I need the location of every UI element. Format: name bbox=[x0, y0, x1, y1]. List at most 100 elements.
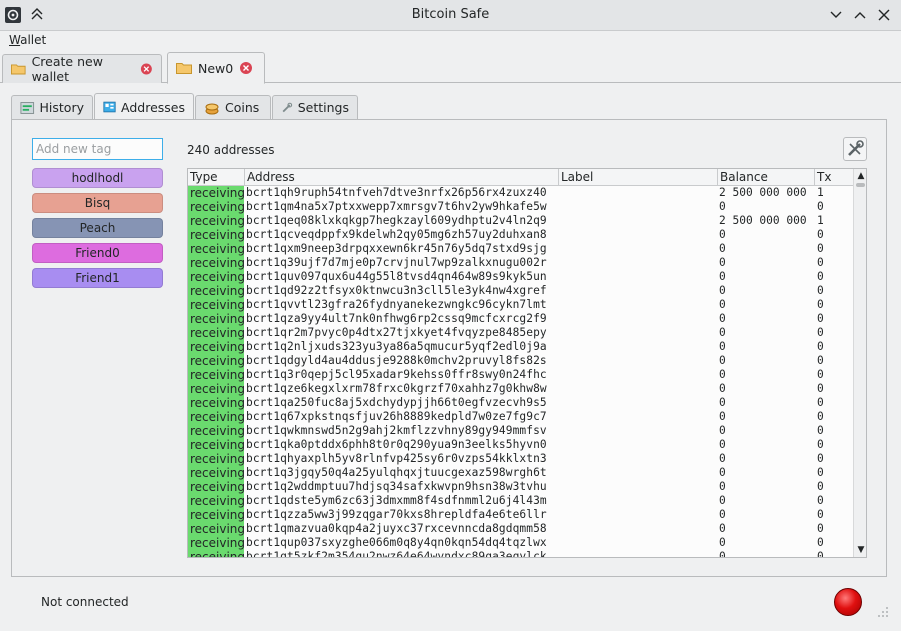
cell-tx: 0 bbox=[817, 522, 824, 535]
cell-type: receiving bbox=[188, 494, 244, 508]
cell-label bbox=[560, 368, 716, 382]
table-row[interactable]: receiving bcrt1q3jgqy50q4a25yulqhqxjtuucg… bbox=[188, 466, 853, 480]
window-title: Bitcoin Safe bbox=[411, 7, 490, 22]
connection-status: Not connected bbox=[41, 595, 129, 609]
column-header-label[interactable]: Label bbox=[559, 169, 718, 186]
column-header-tx[interactable]: Tx bbox=[815, 169, 853, 186]
table-row[interactable]: receiving bcrt1qh9ruph54tnfveh7dtve3nrfx2… bbox=[188, 186, 853, 200]
cell-tx: 0 bbox=[817, 466, 824, 479]
table-row[interactable]: receiving bcrt1qm4na5x7ptxxwepp7xmrsgv7t6… bbox=[188, 200, 853, 214]
cell-label bbox=[560, 550, 716, 557]
cell-type: receiving bbox=[188, 214, 244, 228]
cell-label bbox=[560, 326, 716, 340]
tag-button[interactable]: Bisq bbox=[32, 193, 163, 213]
tab-settings[interactable]: Settings bbox=[272, 95, 358, 119]
cell-address: bcrt1qcveqdppfx9kdelwh2qy05mg6zh57uy2duh… bbox=[246, 228, 547, 241]
table-row[interactable]: receiving bcrt1qvvtl23gfra26fydnyanekezwn… bbox=[188, 298, 853, 312]
tab-create-new-wallet[interactable]: Create new wallet bbox=[2, 54, 162, 84]
addresses-content: hodlhodl Bisq Peach Friend0 Friend1 240 … bbox=[11, 119, 887, 577]
column-header-balance[interactable]: Balance bbox=[718, 169, 815, 186]
cell-type: receiving bbox=[188, 452, 244, 466]
table-row[interactable]: receiving bcrt1qka0ptddx6phh8t0r0q290yua9… bbox=[188, 438, 853, 452]
scrollbar-thumb[interactable] bbox=[856, 183, 865, 187]
table-row[interactable]: receiving bcrt1qhyaxplh5yv8rlnfvp425sy6r0… bbox=[188, 452, 853, 466]
tab-coins[interactable]: Coins bbox=[195, 95, 271, 119]
table-row[interactable]: receiving bcrt1q67xpkstnqsfjuv26h8889kedp… bbox=[188, 410, 853, 424]
table-row[interactable]: receiving bcrt1q2nljxuds323yu3ya86a5qmucu… bbox=[188, 340, 853, 354]
cell-type: receiving bbox=[188, 326, 244, 340]
resize-grip-icon[interactable] bbox=[877, 606, 889, 618]
table-row[interactable]: receiving bcrt1qr2m7pvyc0p4dtx27tjxkyet4f… bbox=[188, 326, 853, 340]
column-header-address[interactable]: Address bbox=[245, 169, 559, 186]
table-row[interactable]: receiving bcrt1qmazvua0kqp4a2juyxc37rxcev… bbox=[188, 522, 853, 536]
connection-indicator-icon[interactable] bbox=[834, 588, 862, 616]
cell-label bbox=[560, 214, 716, 228]
address-count: 240 addresses bbox=[187, 143, 275, 157]
cell-type: receiving bbox=[188, 298, 244, 312]
cell-type: receiving bbox=[188, 228, 244, 242]
cell-type: receiving bbox=[188, 480, 244, 494]
cell-label bbox=[560, 284, 716, 298]
tag-button[interactable]: Friend0 bbox=[32, 243, 163, 263]
maximize-icon[interactable] bbox=[853, 8, 867, 22]
cell-tx: 0 bbox=[817, 298, 824, 311]
table-row[interactable]: receiving bcrt1qup037sxyzghe066m0q8y4qn0k… bbox=[188, 536, 853, 550]
cell-tx: 0 bbox=[817, 396, 824, 409]
table-row[interactable]: receiving bcrt1qza9yy4ult7nk0nfhwg6rp2css… bbox=[188, 312, 853, 326]
tab-label: History bbox=[39, 100, 84, 115]
cell-type: receiving bbox=[188, 438, 244, 452]
close-window-icon[interactable] bbox=[877, 8, 891, 22]
table-row[interactable]: receiving bcrt1qzza5ww3j99zqgar70kxs8hrep… bbox=[188, 508, 853, 522]
cell-balance: 2 500 000 000 bbox=[719, 186, 807, 199]
cell-address: bcrt1qdgyld4au4ddusje9288k0mchv2pruvyl8f… bbox=[246, 354, 547, 367]
cell-address: bcrt1q39ujf7d7mje0p7crvjnul7wp9zalkxnugu… bbox=[246, 256, 547, 269]
tag-button[interactable]: Peach bbox=[32, 218, 163, 238]
table-row[interactable]: receiving bcrt1qwkmnswd5n2g9ahj2kmflzzvhn… bbox=[188, 424, 853, 438]
cell-tx: 0 bbox=[817, 438, 824, 451]
cell-label bbox=[560, 410, 716, 424]
table-row[interactable]: receiving bcrt1quv097qux6u44g55l8tvsd4qn4… bbox=[188, 270, 853, 284]
column-header-type[interactable]: Type bbox=[188, 169, 245, 186]
cell-address: bcrt1quv097qux6u44g55l8tvsd4qn464w89s9ky… bbox=[246, 270, 547, 283]
cell-type: receiving bbox=[188, 508, 244, 522]
close-tab-icon[interactable] bbox=[140, 62, 153, 76]
tag-button[interactable]: hodlhodl bbox=[32, 168, 163, 188]
menu-wallet[interactable]: Wallet bbox=[9, 33, 46, 47]
table-row[interactable]: receiving bcrt1qxm9neep3drpqxxewn6kr45n76… bbox=[188, 242, 853, 256]
minimize-icon[interactable] bbox=[829, 8, 843, 22]
close-tab-icon[interactable] bbox=[239, 61, 253, 75]
cell-address: bcrt1q2wddmptuu7hdjsq34safxkwvpn9hsn38w3… bbox=[246, 480, 547, 493]
table-row[interactable]: receiving bcrt1qt5zkf2m354qu2nwz64e64wynd… bbox=[188, 550, 853, 557]
cell-address: bcrt1q67xpkstnqsfjuv26h8889kedpld7w0ze7f… bbox=[246, 410, 547, 423]
cell-type: receiving bbox=[188, 550, 244, 557]
cell-label bbox=[560, 438, 716, 452]
table-row[interactable]: receiving bcrt1qdgyld4au4ddusje9288k0mchv… bbox=[188, 354, 853, 368]
tab-history[interactable]: History bbox=[11, 95, 93, 119]
cell-balance: 0 bbox=[719, 312, 726, 325]
table-row[interactable]: receiving bcrt1qdste5ym6zc63j3dmxmm8f4sdf… bbox=[188, 494, 853, 508]
table-row[interactable]: receiving bcrt1q2wddmptuu7hdjsq34safxkwvp… bbox=[188, 480, 853, 494]
cell-balance: 0 bbox=[719, 340, 726, 353]
table-row[interactable]: receiving bcrt1qze6kegxlxrm78frxc0kgrzf70… bbox=[188, 382, 853, 396]
table-row[interactable]: receiving bcrt1qeq08klxkqkgp7hegkzayl609y… bbox=[188, 214, 853, 228]
cell-label bbox=[560, 382, 716, 396]
cell-type: receiving bbox=[188, 312, 244, 326]
tag-button[interactable]: Friend1 bbox=[32, 268, 163, 288]
wallet-panel: History Addresses Coins Settings Add new… bbox=[0, 83, 901, 593]
scroll-up-icon[interactable]: ▲ bbox=[856, 171, 866, 181]
table-row[interactable]: receiving bcrt1qcveqdppfx9kdelwh2qy05mg6z… bbox=[188, 228, 853, 242]
cell-type: receiving bbox=[188, 256, 244, 270]
table-row[interactable]: receiving bcrt1qd92z2tfsyx0ktnwcu3n3cll5l… bbox=[188, 284, 853, 298]
vertical-scrollbar[interactable]: ▲ ▼ bbox=[853, 169, 866, 557]
table-row[interactable]: receiving bcrt1q39ujf7d7mje0p7crvjnul7wp9… bbox=[188, 256, 853, 270]
scroll-down-icon[interactable]: ▼ bbox=[856, 545, 866, 555]
table-row[interactable]: receiving bcrt1qa250fuc8aj5xdchydypjjh66t… bbox=[188, 396, 853, 410]
cell-label bbox=[560, 270, 716, 284]
tools-button[interactable] bbox=[843, 137, 867, 161]
new-tag-input[interactable] bbox=[32, 138, 163, 160]
tab-label: Addresses bbox=[121, 99, 185, 115]
tab-addresses[interactable]: Addresses bbox=[94, 93, 194, 120]
tab-new0[interactable]: New0 bbox=[167, 52, 265, 84]
cell-type: receiving bbox=[188, 186, 244, 200]
table-row[interactable]: receiving bcrt1q3r0qepj5cl95xadar9kehss0f… bbox=[188, 368, 853, 382]
